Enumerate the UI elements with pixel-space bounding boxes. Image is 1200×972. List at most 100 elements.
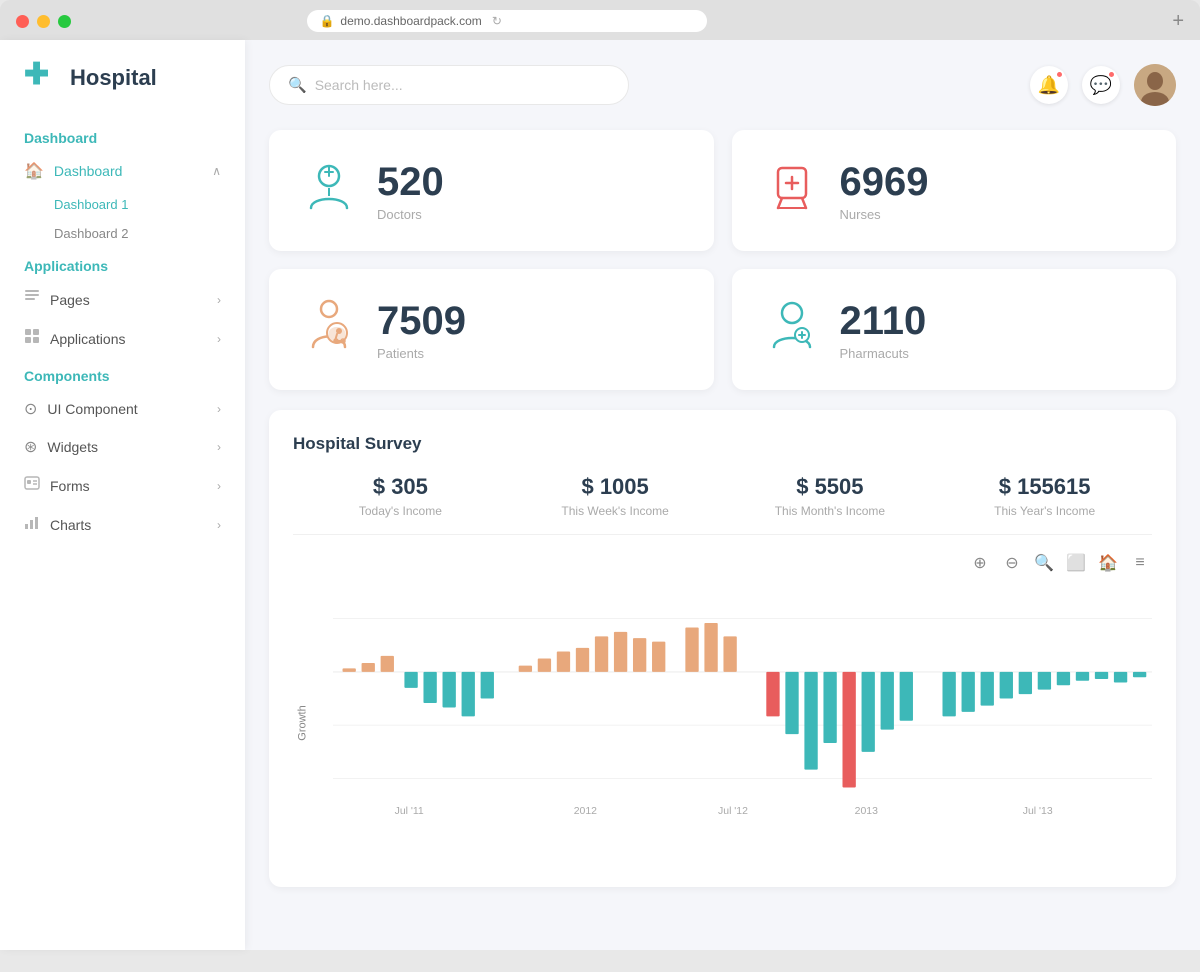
chevron-right-apps-icon: › [217,332,221,346]
sidebar-item-ui-label: UI Component [47,401,137,417]
sidebar-item-dashboard[interactable]: 🏠 Dashboard ∧ [0,152,245,190]
chart-zoom-in-button[interactable]: ⊕ [968,551,992,575]
ui-component-icon: ⊙ [24,399,37,419]
income-item-year: $ 155615 This Year's Income [937,474,1152,518]
address-bar[interactable]: 🔒 demo.dashboardpack.com ↻ [307,10,707,32]
stat-card-pharmacuts: 2110 Pharmacuts [732,269,1177,390]
chevron-right-widgets-icon: › [217,440,221,454]
logo-area: ✚ Hospital [0,60,245,120]
sidebar-item-charts-label: Charts [50,517,91,533]
user-avatar[interactable] [1134,64,1176,106]
income-grid: $ 305 Today's Income $ 1005 This Week's … [293,474,1152,535]
survey-section: Hospital Survey $ 305 Today's Income $ 1… [269,410,1176,887]
sidebar-item-dashboard-label: Dashboard [54,163,123,179]
sidebar-item-forms-label: Forms [50,478,90,494]
doctors-value: 520 [377,160,444,205]
chevron-right-ui-icon: › [217,402,221,416]
sidebar-item-forms[interactable]: Forms › [0,466,245,505]
month-income-value: $ 5505 [723,474,938,500]
top-bar: 🔍 Search here... 🔔 💬 [269,64,1176,106]
chart-svg: 20% 0% -20% -40% -60% [333,583,1152,823]
notification-bell-button[interactable]: 🔔 [1030,66,1068,104]
patients-value: 7509 [377,299,466,344]
top-icons: 🔔 💬 [1030,64,1176,106]
app-window: ✚ Hospital Dashboard 🏠 Dashboard ∧ Dashb… [0,40,1200,950]
year-income-label: This Year's Income [937,504,1152,518]
chart-wrapper: Growth 20% 0% -20% -40% -60% [293,583,1152,863]
main-content: 🔍 Search here... 🔔 💬 [245,40,1200,950]
reload-icon[interactable]: ↻ [492,14,502,28]
message-button[interactable]: 💬 [1082,66,1120,104]
week-income-label: This Week's Income [508,504,723,518]
chart-menu-button[interactable]: ≡ [1128,551,1152,575]
month-income-label: This Month's Income [723,504,938,518]
stat-card-nurses: 6969 Nurses [732,130,1177,251]
stat-info-pharmacuts: 2110 Pharmacuts [840,299,927,361]
lock-icon: 🔒 [319,14,334,28]
notification-badge [1055,70,1064,79]
chevron-right-pages-icon: › [217,293,221,307]
hospital-logo-icon: ✚ [24,60,60,96]
stat-card-doctors: 520 Doctors [269,130,714,251]
chart-y-axis-label: Growth [297,705,309,740]
sidebar-section-components: Components [0,358,245,390]
chart-search-button[interactable]: 🔍 [1032,551,1056,575]
today-income-value: $ 305 [293,474,508,500]
patients-icon [301,297,357,362]
nurses-value: 6969 [840,160,929,205]
sidebar-subitem-dashboard2[interactable]: Dashboard 2 [0,219,245,248]
home-icon: 🏠 [24,161,44,181]
search-icon: 🔍 [288,76,307,94]
charts-icon [24,514,40,535]
patients-label: Patients [377,346,466,361]
sidebar-subitem-dashboard1[interactable]: Dashboard 1 [0,190,245,219]
sidebar-section-dashboard: Dashboard [0,120,245,152]
income-item-today: $ 305 Today's Income [293,474,508,518]
logo-text: Hospital [70,65,157,91]
chart-controls: ⊕ ⊖ 🔍 ⬜ 🏠 ≡ [293,551,1152,575]
sidebar-item-charts[interactable]: Charts › [0,505,245,544]
stat-info-nurses: 6969 Nurses [840,160,929,222]
widgets-icon: ⊛ [24,437,37,457]
income-item-month: $ 5505 This Month's Income [723,474,938,518]
sidebar-item-widgets-label: Widgets [47,439,98,455]
sidebar-item-ui-component[interactable]: ⊙ UI Component › [0,390,245,428]
sidebar-item-pages[interactable]: Pages › [0,280,245,319]
stats-grid: 520 Doctors 6969 Nurses [269,130,1176,390]
week-income-value: $ 1005 [508,474,723,500]
income-item-week: $ 1005 This Week's Income [508,474,723,518]
message-badge [1107,70,1116,79]
chart-zoom-out-button[interactable]: ⊖ [1000,551,1024,575]
close-button[interactable] [16,15,29,28]
minimize-button[interactable] [37,15,50,28]
sidebar-item-applications[interactable]: Applications › [0,319,245,358]
year-income-value: $ 155615 [937,474,1152,500]
chevron-right-charts-icon: › [217,518,221,532]
pharmacuts-value: 2110 [840,299,927,344]
stat-card-patients: 7509 Patients [269,269,714,390]
add-tab-button[interactable]: + [1172,11,1184,31]
forms-icon [24,475,40,496]
maximize-button[interactable] [58,15,71,28]
nurses-icon [764,158,820,223]
chevron-right-forms-icon: › [217,479,221,493]
sidebar: ✚ Hospital Dashboard 🏠 Dashboard ∧ Dashb… [0,40,245,950]
pharmacuts-icon [764,297,820,362]
chart-download-button[interactable]: ⬜ [1064,551,1088,575]
search-box[interactable]: 🔍 Search here... [269,65,629,105]
chevron-up-icon: ∧ [212,164,221,178]
browser-controls: 🔒 demo.dashboardpack.com ↻ + [16,10,1184,40]
sidebar-section-applications: Applications [0,248,245,280]
pages-icon [24,289,40,310]
chart-home-button[interactable]: 🏠 [1096,551,1120,575]
sidebar-item-widgets[interactable]: ⊛ Widgets › [0,428,245,466]
search-placeholder: Search here... [315,77,403,93]
pharmacuts-label: Pharmacuts [840,346,927,361]
svg-text:Jul '13: Jul '13 [1023,806,1053,817]
doctors-label: Doctors [377,207,444,222]
svg-text:2012: 2012 [574,806,598,817]
stat-info-patients: 7509 Patients [377,299,466,361]
svg-text:2013: 2013 [855,806,879,817]
url-text: demo.dashboardpack.com [340,14,481,28]
today-income-label: Today's Income [293,504,508,518]
